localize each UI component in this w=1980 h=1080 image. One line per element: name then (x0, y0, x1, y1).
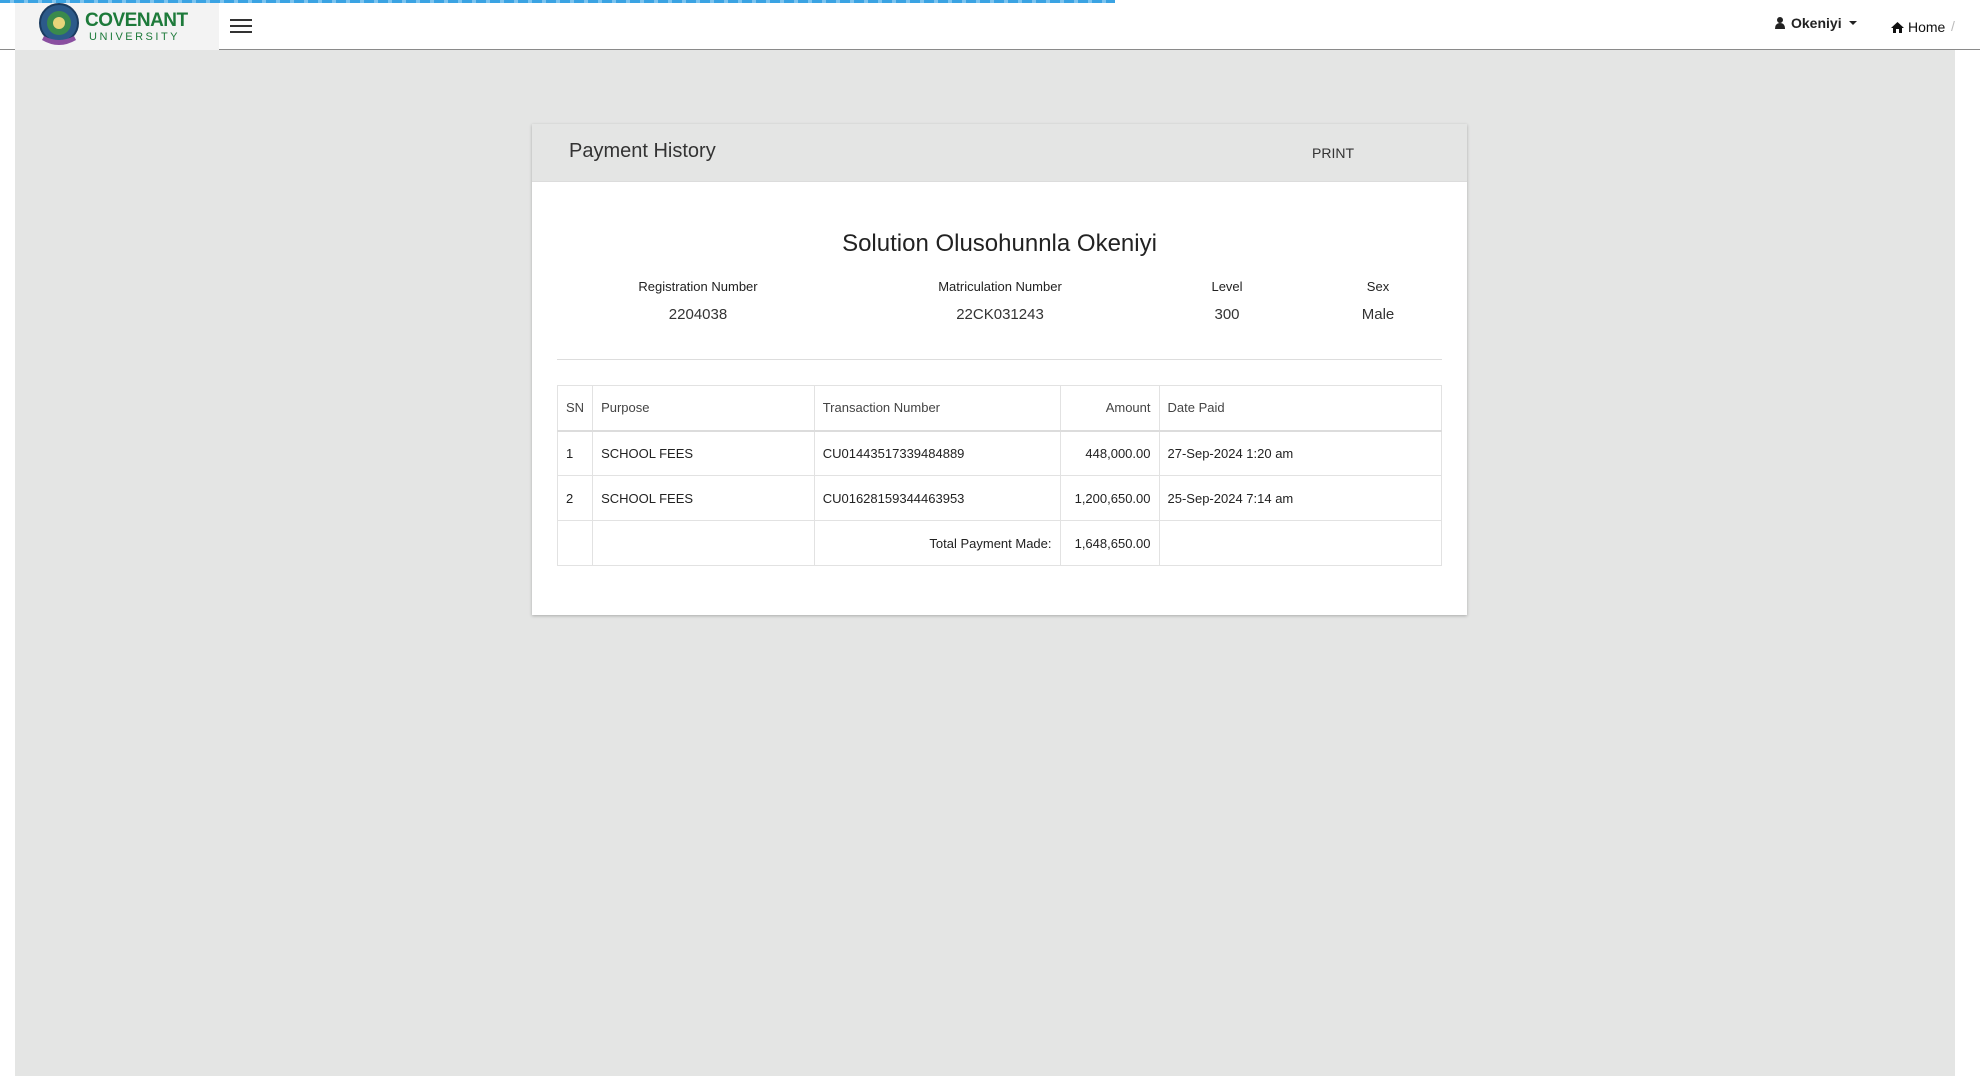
payments-table: SN Purpose Transaction Number Amount Dat… (556, 385, 1442, 566)
hamburger-icon[interactable] (230, 16, 254, 34)
table-row: 1 SCHOOL FEES CU01443517339484889 448,00… (556, 430, 1442, 476)
cell-date-paid: 25-Sep-2024 7:14 am (1158, 475, 1442, 521)
top-navbar: COVENANT UNIVERSITY Okeniyi Home / (0, 0, 1980, 50)
payment-history-card: Payment History PRINT Solution Olusohunn… (532, 124, 1467, 615)
university-seal-icon (39, 3, 79, 45)
matriculation-number-value: 22CK031243 (956, 306, 1044, 323)
table-header-row: SN Purpose Transaction Number Amount Dat… (556, 385, 1442, 432)
home-icon (1891, 21, 1904, 33)
cell-amount: 448,000.00 (1059, 430, 1160, 476)
level-value: 300 (1214, 306, 1240, 323)
cell-purpose: SCHOOL FEES (592, 430, 815, 476)
cell-transaction-number: CU01443517339484889 (813, 430, 1061, 476)
cell-date-paid: 27-Sep-2024 1:20 am (1158, 430, 1442, 476)
print-button[interactable]: PRINT (1312, 145, 1354, 161)
total-label: Total Payment Made: (813, 520, 1061, 566)
card-header: Payment History PRINT (532, 124, 1467, 182)
cell-amount: 1,200,650.00 (1059, 475, 1160, 521)
loading-progress-bar (0, 0, 1115, 3)
column-header-date-paid: Date Paid (1158, 385, 1442, 432)
column-header-transaction-number: Transaction Number (813, 385, 1061, 432)
total-amount: 1,648,650.00 (1059, 520, 1160, 566)
cell-purpose: SCHOOL FEES (592, 475, 815, 521)
table-row: 2 SCHOOL FEES CU01628159344463953 1,200,… (556, 475, 1442, 521)
logo-text-sub: UNIVERSITY (89, 31, 181, 43)
level-label: Level (1211, 279, 1243, 294)
home-label: Home (1908, 19, 1946, 35)
registration-number-label: Registration Number (638, 279, 758, 294)
university-logo[interactable]: COVENANT UNIVERSITY (15, 0, 219, 50)
table-total-row: Total Payment Made: 1,648,650.00 (556, 520, 1442, 566)
logo-text-main: COVENANT (85, 10, 188, 31)
cell-sn: 1 (556, 430, 594, 476)
registration-number-value: 2204038 (668, 306, 728, 323)
user-name: Okeniyi (1791, 15, 1842, 31)
cell-sn: 2 (556, 475, 594, 521)
cell-empty (1158, 520, 1442, 566)
cell-transaction-number: CU01628159344463953 (813, 475, 1061, 521)
home-link[interactable]: Home (1891, 19, 1945, 35)
caret-down-icon (1848, 21, 1857, 25)
column-header-amount: Amount (1059, 385, 1160, 432)
cell-empty (592, 520, 815, 566)
cell-empty (556, 520, 594, 566)
breadcrumb-separator: / (1951, 18, 1955, 34)
divider (557, 359, 1442, 360)
column-header-sn: SN (556, 385, 594, 432)
user-icon (1775, 17, 1785, 29)
matriculation-number-label: Matriculation Number (938, 279, 1062, 294)
page-title: Payment History (569, 140, 716, 162)
user-menu-dropdown[interactable]: Okeniyi (1775, 15, 1857, 31)
column-header-purpose: Purpose (592, 385, 815, 432)
student-name: Solution Olusohunnla Okeniyi (842, 230, 1157, 257)
main-content-area: Payment History PRINT Solution Olusohunn… (15, 50, 1955, 1076)
sex-label: Sex (1366, 279, 1390, 294)
sex-value: Male (1361, 306, 1395, 323)
